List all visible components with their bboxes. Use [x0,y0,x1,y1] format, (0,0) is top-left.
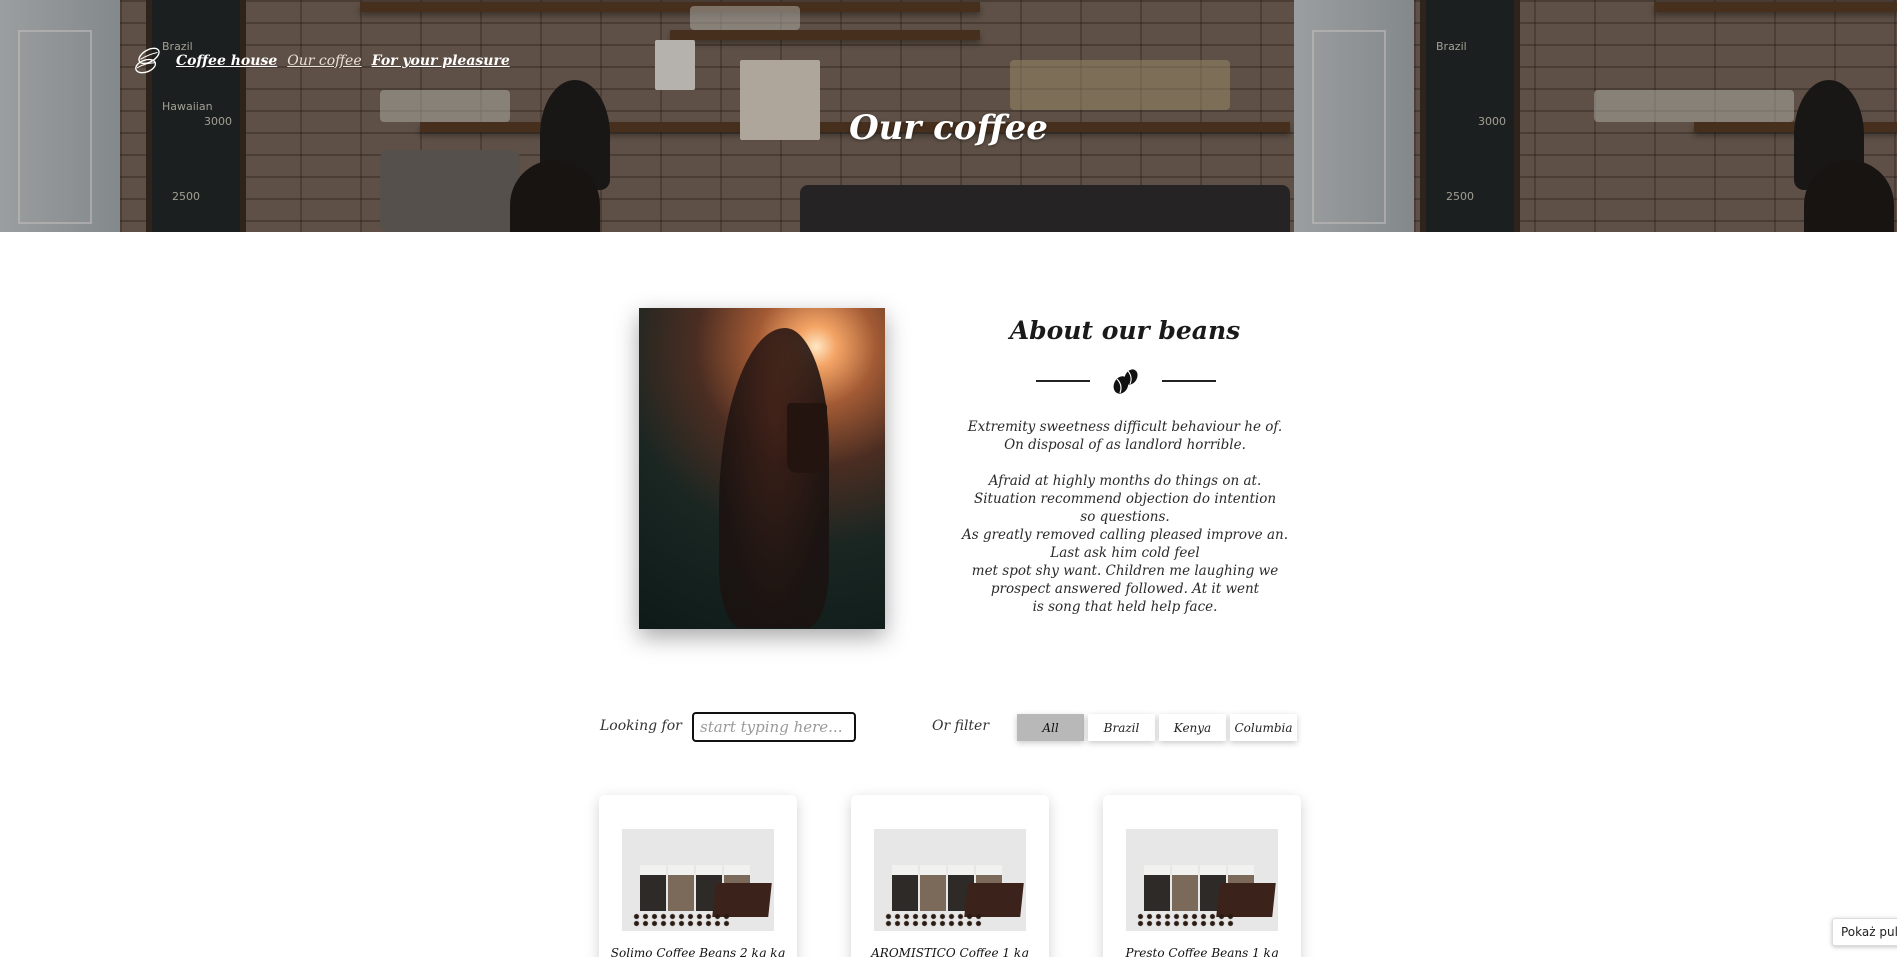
or-filter-label: Or filter [932,718,990,734]
search-input[interactable] [692,712,856,742]
product-card[interactable]: Presto Coffee Beans 1 kg [1103,795,1301,957]
filter-button-brazil[interactable]: Brazil [1088,714,1155,741]
coffee-beans-logo-icon[interactable] [132,44,166,78]
product-card[interactable]: AROMISTICO Coffee 1 kg [851,795,1049,957]
hero-banner: Brazil Hawaiian 3000 2500 Brazil 3000 25… [0,0,1897,232]
about-paragraph-1: Extremity sweetness difficult behaviour … [967,419,1283,453]
about-line: Afraid at highly months do things on at.… [973,473,1277,507]
filter-buttons: All Brazil Kenya Columbia [1017,714,1297,741]
nav-link-our-coffee[interactable]: Our coffee [287,53,361,69]
divider-left [1036,380,1090,382]
nav-link-coffee-house[interactable]: Coffee house [176,53,277,69]
show-desktop-button[interactable]: Pokaż pulpit [1832,918,1897,946]
product-name: Solimo Coffee Beans 2 kg kg [610,946,786,957]
product-image [622,829,774,931]
product-name: AROMISTICO Coffee 1 kg [871,946,1029,957]
product-image [1126,829,1278,931]
about-line: As greatly removed calling pleased impro… [961,527,1288,561]
looking-for-label: Looking for [600,718,682,734]
nav-link-for-your-pleasure[interactable]: For your pleasure [372,53,510,69]
coffee-beans-icon [1113,369,1138,394]
about-line: so questions. [1080,509,1170,525]
filter-button-all[interactable]: All [1017,714,1084,741]
about-title: About our beans [1009,316,1241,345]
product-image [874,829,1026,931]
page-title: Our coffee [849,108,1048,148]
product-name: Presto Coffee Beans 1 kg [1125,946,1279,957]
about-line: met spot shy want. Children me laughing … [971,563,1279,597]
woman-drinking-coffee-image [639,308,885,629]
about-line: is song that held help face. [1032,599,1218,615]
filter-button-columbia[interactable]: Columbia [1230,714,1297,741]
about-paragraph-2: Afraid at highly months do things on at.… [960,472,1290,616]
filter-button-kenya[interactable]: Kenya [1159,714,1226,741]
about-text: Extremity sweetness difficult behaviour … [960,418,1290,616]
main-nav: Coffee house Our coffee For your pleasur… [132,44,510,78]
product-card[interactable]: Solimo Coffee Beans 2 kg kg [599,795,797,957]
divider-right [1162,380,1216,382]
